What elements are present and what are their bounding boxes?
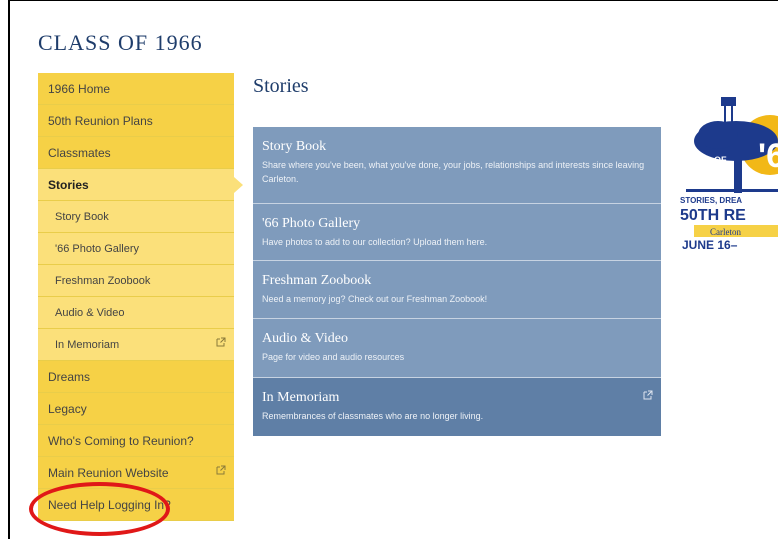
nav-subitem-audio-video[interactable]: Audio & Video	[38, 297, 234, 329]
card-description: Remembrances of classmates who are no lo…	[262, 411, 484, 421]
nav-item-stories[interactable]: Stories	[38, 169, 243, 201]
nav-item-legacy[interactable]: Legacy	[38, 393, 234, 425]
nav-item-label: Who's Coming to Reunion?	[48, 433, 194, 448]
help-highlight-circle	[29, 482, 170, 536]
page-title: Stories	[253, 75, 309, 97]
nav-item-whos-coming[interactable]: Who's Coming to Reunion?	[38, 425, 234, 457]
nav-item-label: 50th Reunion Plans	[48, 113, 153, 128]
nav-item-1966-home[interactable]: 1966 Home	[38, 73, 234, 105]
logo-college-text: Carleton	[710, 227, 741, 237]
nav-item-label: Audio & Video	[55, 306, 125, 319]
stories-card-list: Story Book Share where you've been, what…	[253, 127, 661, 436]
nav-item-label: Dreams	[48, 369, 91, 384]
card-photo-gallery[interactable]: '66 Photo Gallery Have photos to add to …	[253, 204, 661, 261]
logo-tagline-text: STORIES, DREA	[680, 196, 742, 205]
card-description: Have photos to add to our collection? Up…	[262, 237, 488, 247]
card-title: In Memoriam	[262, 390, 340, 405]
nav-item-classmates[interactable]: Classmates	[38, 137, 234, 169]
nav-item-label: Stories	[48, 177, 89, 192]
logo-reunion-text: 50TH RE	[680, 207, 746, 224]
nav-item-label: In Memoriam	[55, 338, 120, 351]
nav-item-label: Story Book	[55, 210, 109, 223]
site-title[interactable]: CLASS OF 1966	[38, 30, 203, 56]
logo-66-text: '6	[758, 137, 778, 175]
card-title: Audio & Video	[262, 331, 349, 346]
nav-subitem-in-memoriam[interactable]: In Memoriam	[38, 329, 234, 361]
card-description: Page for video and audio resources	[262, 352, 405, 362]
sidebar-nav: 1966 Home 50th Reunion Plans Classmates …	[38, 73, 243, 521]
tree-trunk	[734, 153, 742, 193]
external-link-icon	[216, 465, 226, 475]
water-tower-tank	[721, 97, 736, 106]
logo-class-of-text: CLASS OF	[681, 155, 727, 165]
card-in-memoriam[interactable]: In Memoriam Remembrances of classmates w…	[253, 378, 661, 436]
nav-item-label: 1966 Home	[48, 81, 111, 96]
frame-border-top	[8, 0, 778, 1]
nav-item-label: Classmates	[48, 145, 111, 160]
external-link-icon	[216, 337, 226, 347]
nav-item-label: Legacy	[48, 401, 87, 416]
nav-item-50th-reunion-plans[interactable]: 50th Reunion Plans	[38, 105, 234, 137]
card-story-book[interactable]: Story Book Share where you've been, what…	[253, 127, 661, 204]
nav-item-label: '66 Photo Gallery	[55, 242, 140, 255]
card-title: '66 Photo Gallery	[262, 216, 361, 231]
logo-dates-text: JUNE 16–	[682, 238, 738, 252]
reunion-logo-graphic: '6 CLASS OF STORIES, DREA 50TH RE Carlet…	[680, 97, 778, 252]
nav-item-label: Freshman Zoobook	[55, 274, 151, 287]
card-audio-video[interactable]: Audio & Video Page for video and audio r…	[253, 319, 661, 378]
card-freshman-zoobook[interactable]: Freshman Zoobook Need a memory jog? Chec…	[253, 261, 661, 319]
nav-item-dreams[interactable]: Dreams	[38, 361, 234, 393]
card-description: Need a memory jog? Check out our Freshma…	[262, 294, 488, 304]
ground-line	[686, 189, 778, 192]
reunion-logo[interactable]: '6 CLASS OF STORIES, DREA 50TH RE Carlet…	[678, 93, 778, 263]
card-title: Freshman Zoobook	[262, 273, 372, 288]
nav-subitem-freshman-zoobook[interactable]: Freshman Zoobook	[38, 265, 234, 297]
nav-item-label: Main Reunion Website	[48, 465, 169, 480]
card-description: Share where you've been, what you've don…	[262, 160, 645, 184]
nav-subitem-photo-gallery[interactable]: '66 Photo Gallery	[38, 233, 234, 265]
card-title: Story Book	[262, 139, 327, 154]
frame-border-left	[8, 0, 10, 539]
nav-subitem-story-book[interactable]: Story Book	[38, 201, 234, 233]
tree-canopy	[698, 121, 738, 149]
external-link-icon	[643, 390, 653, 400]
